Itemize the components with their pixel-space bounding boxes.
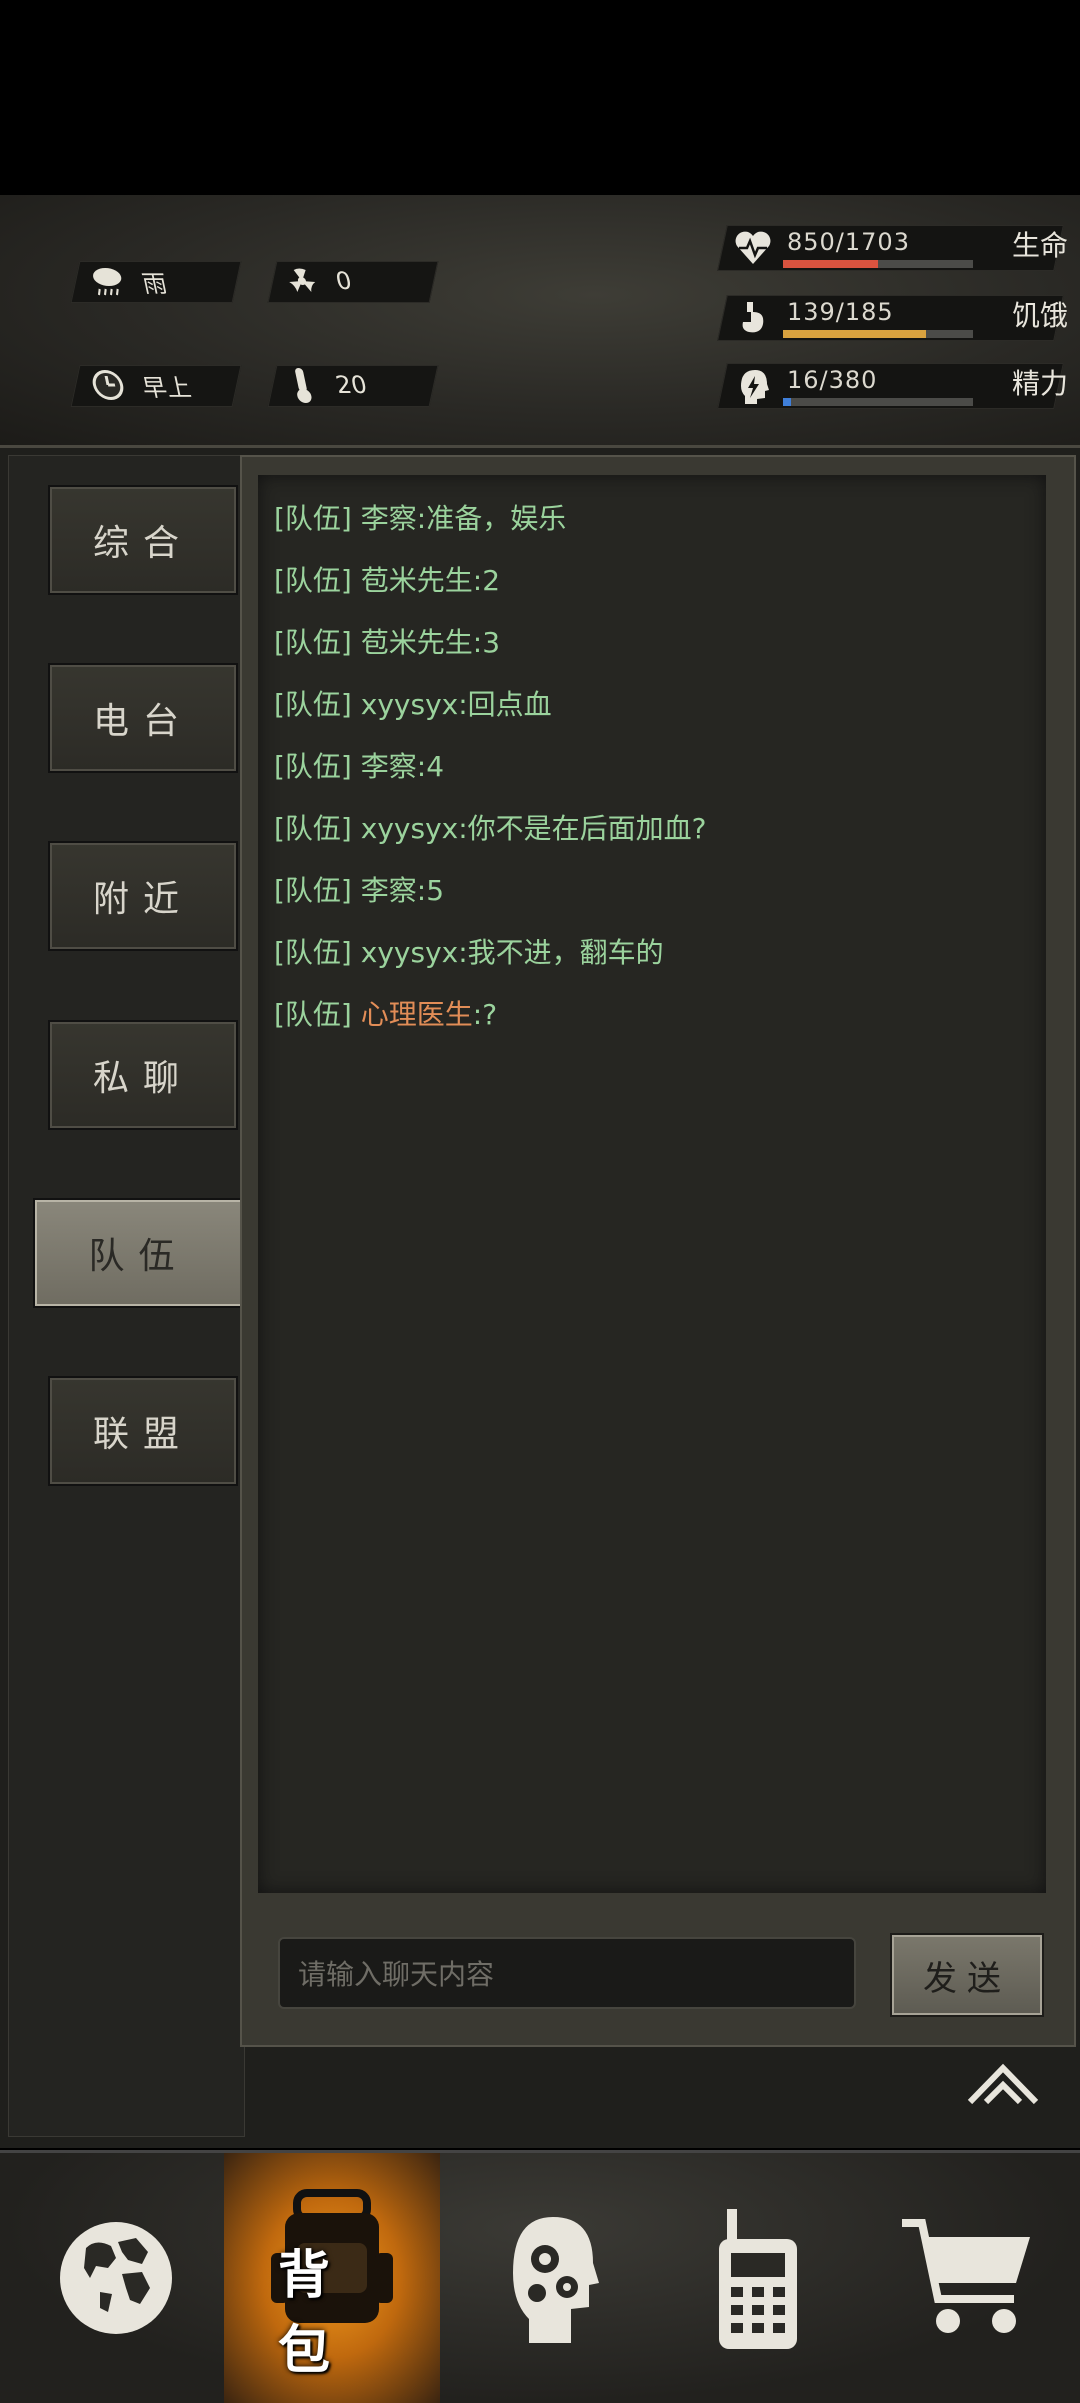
sender-name[interactable]: xyysyx bbox=[361, 812, 458, 845]
energy-stat: 16/380 精力 bbox=[717, 363, 1068, 409]
sender-name[interactable]: xyysyx bbox=[361, 936, 458, 969]
nav-backpack[interactable]: 背包 bbox=[224, 2153, 440, 2403]
heart-icon bbox=[735, 231, 771, 264]
sender-name[interactable]: 苞米先生 bbox=[361, 564, 473, 597]
bottom-nav: 背包 bbox=[0, 2150, 1080, 2403]
sender-name[interactable]: 心理医生 bbox=[361, 998, 473, 1031]
tab-alliance[interactable]: 联盟 bbox=[48, 1376, 238, 1486]
energy-label: 精力 bbox=[1011, 367, 1068, 400]
hunger-bar bbox=[783, 330, 973, 338]
radiation-info: 0 bbox=[278, 261, 356, 301]
list-item: [队伍] 李察:5 bbox=[274, 874, 445, 907]
chat-message-list[interactable]: [队伍] 李察:准备，娱乐 [队伍] 苞米先生:2 [队伍] 苞米先生:3 [队… bbox=[258, 475, 1046, 1893]
collapse-up-icon[interactable] bbox=[966, 2060, 1040, 2110]
energy-bar bbox=[783, 398, 973, 406]
list-item: [队伍] 苞米先生:3 bbox=[274, 626, 501, 659]
nav-world[interactable] bbox=[8, 2153, 224, 2403]
clock-icon bbox=[84, 365, 133, 405]
tab-team[interactable]: 队伍 bbox=[33, 1198, 244, 1308]
health-value: 850/1703 bbox=[787, 228, 910, 256]
status-area: 雨 0 早上 20 850/1703 生命 139/185 饥饿 16/380 … bbox=[0, 195, 1080, 603]
globe-icon bbox=[60, 2222, 172, 2334]
time-info: 早上 bbox=[84, 365, 195, 405]
radio-icon bbox=[719, 2209, 797, 2349]
energy-value: 16/380 bbox=[787, 366, 878, 394]
temperature-value: 20 bbox=[333, 371, 370, 399]
head-bolt-icon bbox=[741, 370, 769, 404]
nav-skills[interactable] bbox=[440, 2153, 656, 2403]
nav-backpack-label: 背包 bbox=[278, 2246, 343, 2381]
tab-general[interactable]: 综合 bbox=[48, 485, 238, 595]
hunger-value: 139/185 bbox=[787, 298, 894, 326]
health-stat: 850/1703 生命 bbox=[717, 225, 1068, 271]
rain-cloud-icon bbox=[84, 261, 133, 301]
cart-icon bbox=[902, 2219, 1030, 2333]
chat-input[interactable]: 请输入聊天内容 bbox=[278, 1937, 856, 2009]
health-label: 生命 bbox=[1011, 229, 1068, 262]
nav-radio[interactable] bbox=[650, 2153, 866, 2403]
head-gears-icon bbox=[513, 2217, 599, 2343]
health-bar bbox=[783, 260, 973, 268]
sender-name[interactable]: 李察 bbox=[361, 502, 417, 535]
send-button[interactable]: 发送 bbox=[890, 1933, 1044, 2017]
sender-name[interactable]: 李察 bbox=[361, 750, 417, 783]
list-item: [队伍] 心理医生:? bbox=[274, 998, 498, 1031]
hunger-label: 饥饿 bbox=[1011, 299, 1068, 332]
list-item: [队伍] 苞米先生:2 bbox=[274, 564, 501, 597]
thermometer-icon bbox=[278, 365, 327, 405]
tab-nearby[interactable]: 附近 bbox=[48, 841, 238, 951]
list-item: [队伍] 李察:准备，娱乐 bbox=[274, 502, 567, 535]
list-item: [队伍] xyysyx:我不进，翻车的 bbox=[274, 936, 664, 969]
tab-radio[interactable]: 电台 bbox=[48, 663, 238, 773]
list-item: [队伍] 李察:4 bbox=[274, 750, 445, 783]
list-item: [队伍] xyysyx:回点血 bbox=[274, 688, 552, 721]
tab-private[interactable]: 私聊 bbox=[48, 1020, 238, 1130]
temperature-info: 20 bbox=[278, 365, 371, 405]
sender-name[interactable]: xyysyx bbox=[361, 688, 458, 721]
nav-shop[interactable] bbox=[860, 2153, 1076, 2403]
radiation-icon bbox=[278, 261, 327, 301]
chat-panel: [队伍] 李察:准备，娱乐 [队伍] 苞米先生:2 [队伍] 苞米先生:3 [队… bbox=[240, 455, 1076, 2047]
time-text: 早上 bbox=[139, 373, 194, 402]
top-black-bar bbox=[0, 0, 1080, 195]
sender-name[interactable]: 李察 bbox=[361, 874, 417, 907]
hunger-stat: 139/185 饥饿 bbox=[717, 295, 1068, 341]
sender-name[interactable]: 苞米先生 bbox=[361, 626, 473, 659]
stomach-icon bbox=[742, 302, 764, 333]
list-item: [队伍] xyysyx:你不是在后面加血? bbox=[274, 812, 707, 845]
weather-info: 雨 bbox=[84, 261, 171, 301]
